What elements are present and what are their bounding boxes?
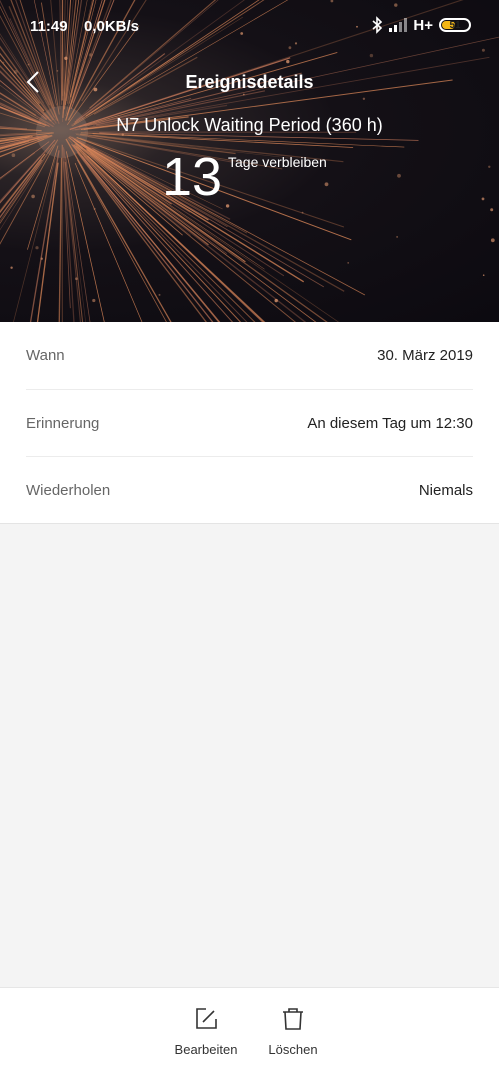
detail-row-reminder[interactable]: Erinnerung An diesem Tag um 12:30 <box>26 389 473 456</box>
firework-spark <box>11 153 16 157</box>
detail-label: Wann <box>26 347 65 364</box>
firework-spark <box>490 208 494 212</box>
network-type: H+ <box>413 16 433 34</box>
signal-icon <box>389 18 408 32</box>
detail-label: Erinnerung <box>26 414 100 432</box>
firework-spark <box>301 211 304 214</box>
countdown-suffix: Tage verbleiben <box>228 154 327 170</box>
firework-spark <box>362 97 366 101</box>
detail-label: Wiederholen <box>26 481 111 499</box>
firework-spark <box>286 59 290 64</box>
edit-icon <box>196 1008 217 1029</box>
detail-row-repeat[interactable]: Wiederholen Niemals <box>26 456 473 523</box>
firework-spark <box>490 238 495 243</box>
edit-button[interactable]: Bearbeiten <box>166 1006 246 1057</box>
detail-value: Niemals <box>418 481 473 499</box>
firework-spark <box>158 293 161 296</box>
firework-spark <box>31 194 35 199</box>
battery-level: 51 <box>449 19 461 31</box>
firework-ray <box>0 139 56 204</box>
firework-spark <box>481 197 485 201</box>
battery-icon: 51 <box>439 18 471 32</box>
firework-spark <box>347 262 350 264</box>
bottom-toolbar: Bearbeiten Löschen <box>0 987 499 1080</box>
firework-ray <box>0 135 53 158</box>
detail-row-when[interactable]: Wann 30. März 2019 <box>26 322 473 389</box>
firework-ray <box>0 141 57 231</box>
firework-ray <box>0 153 46 214</box>
firework-spark <box>274 298 278 303</box>
trash-icon <box>283 1008 303 1030</box>
firework-spark <box>396 236 398 238</box>
detail-value: An diesem Tag um 12:30 <box>307 414 473 432</box>
status-bar: 11:49 0,0KB/s H+ 51 <box>0 0 499 54</box>
bluetooth-icon <box>372 16 383 34</box>
details-list: Wann 30. März 2019 Erinnerung An diesem … <box>0 322 499 524</box>
status-icons: H+ 51 <box>371 16 471 34</box>
edit-label: Bearbeiten <box>174 1042 238 1057</box>
firework-spark <box>225 204 230 208</box>
detail-value: 30. März 2019 <box>377 347 473 364</box>
firework-spark <box>324 182 329 187</box>
firework-spark <box>93 207 96 210</box>
status-time: 11:49 <box>30 18 68 35</box>
event-details-screen: 11:49 0,0KB/s H+ 51 Ereignisdetails N7 U… <box>0 0 499 1080</box>
firework-spark <box>92 298 96 303</box>
firework-spark <box>75 277 78 281</box>
firework-spark <box>397 173 401 178</box>
hero-header: 11:49 0,0KB/s H+ 51 Ereignisdetails N7 U… <box>0 0 499 322</box>
page-title: Ereignisdetails <box>185 72 314 92</box>
firework-spark <box>27 63 30 66</box>
event-name: N7 Unlock Waiting Period (360 h) <box>116 115 383 135</box>
delete-button[interactable]: Löschen <box>253 1006 333 1057</box>
firework-spark <box>64 56 68 60</box>
firework-spark <box>10 266 13 269</box>
countdown-number: 13 <box>162 147 223 207</box>
firework-spark <box>488 165 491 168</box>
status-net-speed: 0,0KB/s <box>84 18 140 35</box>
firework-spark <box>482 274 485 277</box>
firework-spark <box>2 61 5 64</box>
firework-spark <box>242 93 245 96</box>
firework-spark <box>40 257 43 260</box>
firework-spark <box>35 246 39 250</box>
firework-spark <box>369 53 374 58</box>
delete-label: Löschen <box>268 1042 318 1057</box>
